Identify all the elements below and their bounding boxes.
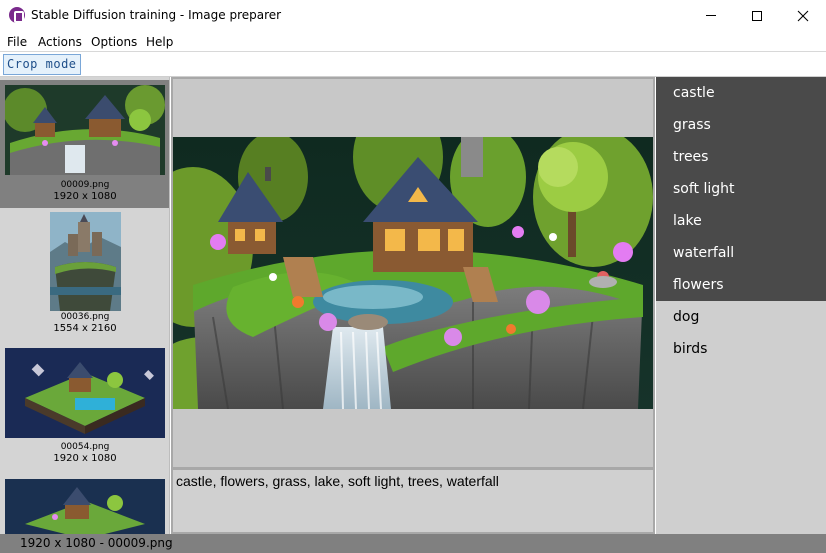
thumbnail-filename: 00054.png [60,442,110,452]
thumbnail-item-00036[interactable]: 00036.png 1554 x 2160 [0,208,169,338]
minimize-button[interactable] [688,0,734,31]
status-text: 1920 x 1080 - 00009.png [20,536,173,550]
thumbnail-item[interactable] [0,475,169,534]
thumbnail-image [5,85,165,175]
thumbnail-size: 1920 x 1080 [53,191,117,202]
thumbnail-filename: 00009.png [60,180,110,190]
thumbnail-list[interactable]: 00009.png 1920 x 1080 00036.png 1554 x 2… [0,77,170,534]
image-viewer[interactable] [171,77,655,469]
thumbnail-image [50,212,121,311]
thumbnail-item-00009[interactable]: 00009.png 1920 x 1080 [0,80,169,208]
main-image [173,137,653,409]
tag-waterfall[interactable]: waterfall [656,237,826,269]
tag-dog[interactable]: dog [656,301,826,333]
thumbnail-filename: 00036.png [60,312,110,322]
tag-lake[interactable]: lake [656,205,826,237]
crop-mode-button[interactable]: Crop mode [3,54,81,75]
menu-options[interactable]: Options [91,35,137,49]
maximize-icon [752,10,762,21]
thumbnail-item-00054[interactable]: 00054.png 1920 x 1080 [0,344,169,470]
caption-text[interactable]: castle, flowers, grass, lake, soft light… [171,468,655,534]
thumbnail-size: 1554 x 2160 [53,323,117,334]
thumbnail-image [5,348,165,438]
tag-flowers[interactable]: flowers [656,269,826,301]
tag-castle[interactable]: castle [656,77,826,109]
tag-grass[interactable]: grass [656,109,826,141]
menu-file[interactable]: File [7,35,27,49]
menu-actions[interactable]: Actions [38,35,82,49]
minimize-icon [706,15,716,16]
app-icon [9,7,25,23]
tag-soft-light[interactable]: soft light [656,173,826,205]
toolbar: Crop mode [0,52,826,77]
title-bar: Stable Diffusion training - Image prepar… [0,0,826,31]
window-title: Stable Diffusion training - Image prepar… [31,8,282,22]
tag-trees[interactable]: trees [656,141,826,173]
maximize-button[interactable] [734,0,780,31]
menu-bar: File Actions Options Help [0,31,826,52]
close-button[interactable] [780,0,826,31]
menu-help[interactable]: Help [146,35,173,49]
thumbnail-size: 1920 x 1080 [53,453,117,464]
status-bar: 1920 x 1080 - 00009.png [0,534,826,553]
thumbnail-image [5,479,165,534]
tag-birds[interactable]: birds [656,333,826,365]
close-icon [797,10,809,21]
tag-list: castle grass trees soft light lake water… [656,77,826,534]
